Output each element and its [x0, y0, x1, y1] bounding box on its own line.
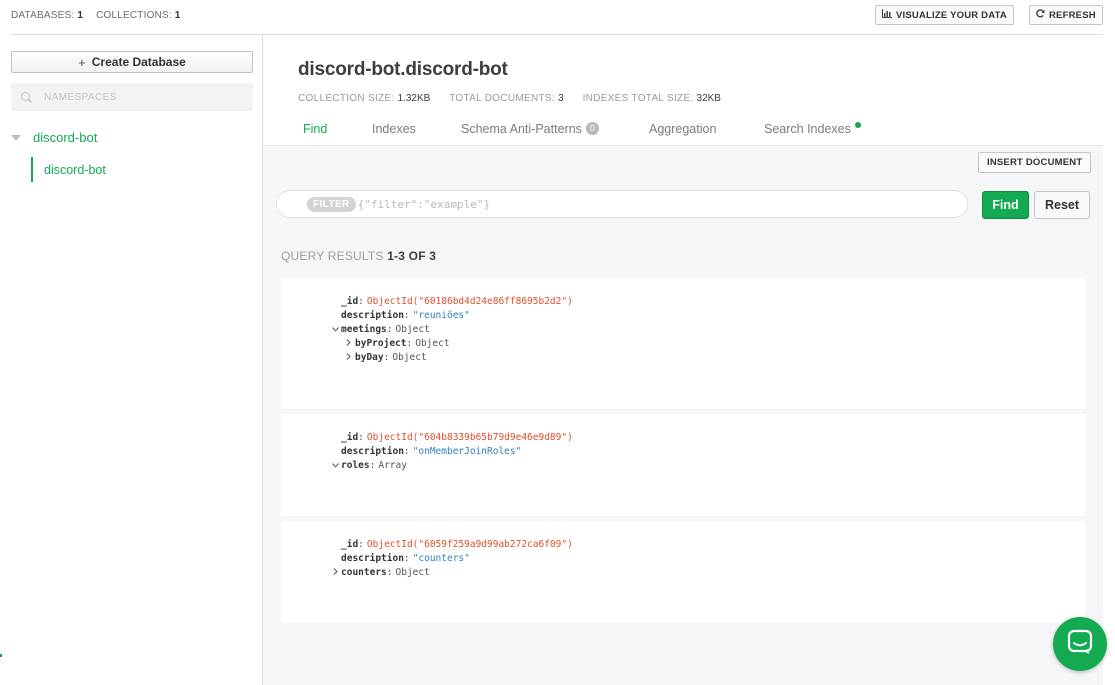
- field-byproject: byProject: Object: [355, 338, 450, 349]
- resize-handle: [0, 654, 2, 657]
- total-documents-label: TOTAL DOCUMENTS:: [449, 93, 555, 104]
- objectid-value: ObjectId("6059f259a9d99ab272ca6f09"): [366, 539, 573, 550]
- indexes-size-label: INDEXES TOTAL SIZE:: [582, 93, 694, 104]
- databases-label: DATABASES:: [11, 10, 75, 21]
- filter-input[interactable]: [357, 197, 918, 211]
- create-database-button[interactable]: + Create Database: [11, 51, 253, 73]
- status-dot-icon: [854, 122, 861, 128]
- tab-aggregation[interactable]: Aggregation: [649, 117, 716, 145]
- collections-count: 1: [174, 10, 181, 21]
- string-value: "onMemberJoinRoles": [412, 446, 522, 457]
- chevron-right-icon[interactable]: [344, 352, 352, 362]
- tab-schema-label: Schema Anti-Patterns: [461, 122, 582, 136]
- visualize-data-label: VISUALIZE YOUR DATA: [896, 9, 1007, 21]
- instance-stats: DATABASES: 1 COLLECTIONS: 1: [11, 10, 191, 21]
- field-id: _id: ObjectId("60186bd4d24e86ff8695b2d2"): [341, 296, 573, 307]
- search-icon: [21, 91, 32, 103]
- chevron-right-icon[interactable]: [331, 567, 339, 577]
- collections-label: COLLECTIONS:: [96, 10, 172, 21]
- find-view: INSERT DOCUMENT FILTER Find Reset QUERY …: [263, 145, 1103, 685]
- string-value: "counters": [412, 553, 470, 564]
- objectid-value: ObjectId("60186bd4d24e86ff8695b2d2"): [366, 296, 573, 307]
- indexes-size-value: 32KB: [696, 93, 721, 104]
- visualize-data-button[interactable]: VISUALIZE YOUR DATA: [875, 5, 1014, 25]
- collection-stats: COLLECTION SIZE: 1.32KB TOTAL DOCUMENTS: 3…: [298, 93, 737, 104]
- document-card[interactable]: _id: ObjectId("60186bd4d24e86ff8695b2d2")…: [281, 278, 1086, 409]
- collection-header: discord-bot.discord-bot COLLECTION SIZE:…: [263, 35, 1103, 145]
- sidebar: + Create Database discord-bot discord-bo…: [0, 35, 263, 685]
- filter-bar: FILTER: [276, 190, 968, 218]
- tab-search-indexes[interactable]: Search Indexes: [764, 117, 861, 145]
- tab-indexes-label: Indexes: [372, 122, 416, 136]
- plus-icon: +: [78, 54, 86, 70]
- tab-search-indexes-label: Search Indexes: [764, 122, 851, 136]
- string-value: "reuniões": [412, 310, 470, 321]
- collection-size-value: 1.32KB: [397, 93, 431, 104]
- tab-schema-anti-patterns[interactable]: Schema Anti-Patterns 0: [461, 117, 599, 145]
- field-byday: byDay: Object: [355, 352, 427, 363]
- top-bar: DATABASES: 1 COLLECTIONS: 1 VISUALIZE YO…: [0, 0, 1115, 35]
- tab-find[interactable]: Find: [303, 117, 327, 145]
- collection-size-label: COLLECTION SIZE:: [298, 93, 395, 104]
- field-id: _id: ObjectId("6059f259a9d99ab272ca6f09"): [341, 539, 573, 550]
- field-meetings: meetings: Object: [341, 324, 430, 335]
- find-button[interactable]: Find: [982, 191, 1029, 219]
- create-database-label: Create Database: [91, 55, 186, 69]
- document-card[interactable]: _id: ObjectId("6059f259a9d99ab272ca6f09")…: [281, 521, 1086, 623]
- field-id: _id: ObjectId("604b8339b65b79d9e46e9d89"): [341, 432, 573, 443]
- databases-count: 1: [77, 10, 84, 21]
- page-title: discord-bot.discord-bot: [298, 59, 508, 80]
- field-description: description: "reuniões": [341, 310, 470, 321]
- database-name: discord-bot: [33, 130, 98, 145]
- namespace-search: [11, 83, 253, 111]
- sidebar-item-collection[interactable]: discord-bot: [31, 157, 106, 182]
- collection-name: discord-bot: [44, 162, 106, 177]
- namespace-search-input[interactable]: [44, 91, 224, 103]
- chevron-down-icon[interactable]: [331, 324, 339, 334]
- refresh-icon: [1036, 9, 1045, 21]
- tab-find-label: Find: [303, 122, 328, 136]
- field-roles: roles: Array: [341, 460, 407, 471]
- reset-button[interactable]: Reset: [1034, 191, 1090, 219]
- refresh-label: REFRESH: [1049, 9, 1096, 21]
- chat-icon: [1067, 629, 1093, 660]
- query-results-range: 1-3 OF 3: [387, 249, 437, 263]
- document-card[interactable]: _id: ObjectId("604b8339b65b79d9e46e9d89")…: [281, 414, 1086, 516]
- field-description: description: "counters": [341, 553, 470, 564]
- tab-indexes[interactable]: Indexes: [372, 117, 416, 145]
- tab-aggregation-label: Aggregation: [649, 122, 717, 136]
- total-documents-value: 3: [557, 93, 564, 104]
- anti-patterns-count-badge: 0: [585, 122, 599, 135]
- caret-down-icon[interactable]: [11, 134, 21, 141]
- bar-chart-icon: [882, 9, 892, 21]
- main-panel: discord-bot.discord-bot COLLECTION SIZE:…: [263, 35, 1115, 685]
- insert-document-button[interactable]: INSERT DOCUMENT: [978, 152, 1092, 173]
- objectid-value: ObjectId("604b8339b65b79d9e46e9d89"): [366, 432, 573, 443]
- field-description: description: "onMemberJoinRoles": [341, 446, 522, 457]
- query-results-label: QUERY RESULTS: [281, 249, 384, 263]
- filter-chip: FILTER: [307, 196, 356, 212]
- chevron-right-icon[interactable]: [344, 338, 352, 348]
- chevron-down-icon[interactable]: [331, 460, 339, 470]
- field-counters: counters: Object: [341, 567, 430, 578]
- sidebar-item-database[interactable]: discord-bot: [11, 130, 97, 145]
- chat-launcher-button[interactable]: [1053, 617, 1107, 671]
- refresh-button[interactable]: REFRESH: [1029, 5, 1103, 25]
- query-results-summary: QUERY RESULTS 1-3 OF 3: [281, 249, 436, 263]
